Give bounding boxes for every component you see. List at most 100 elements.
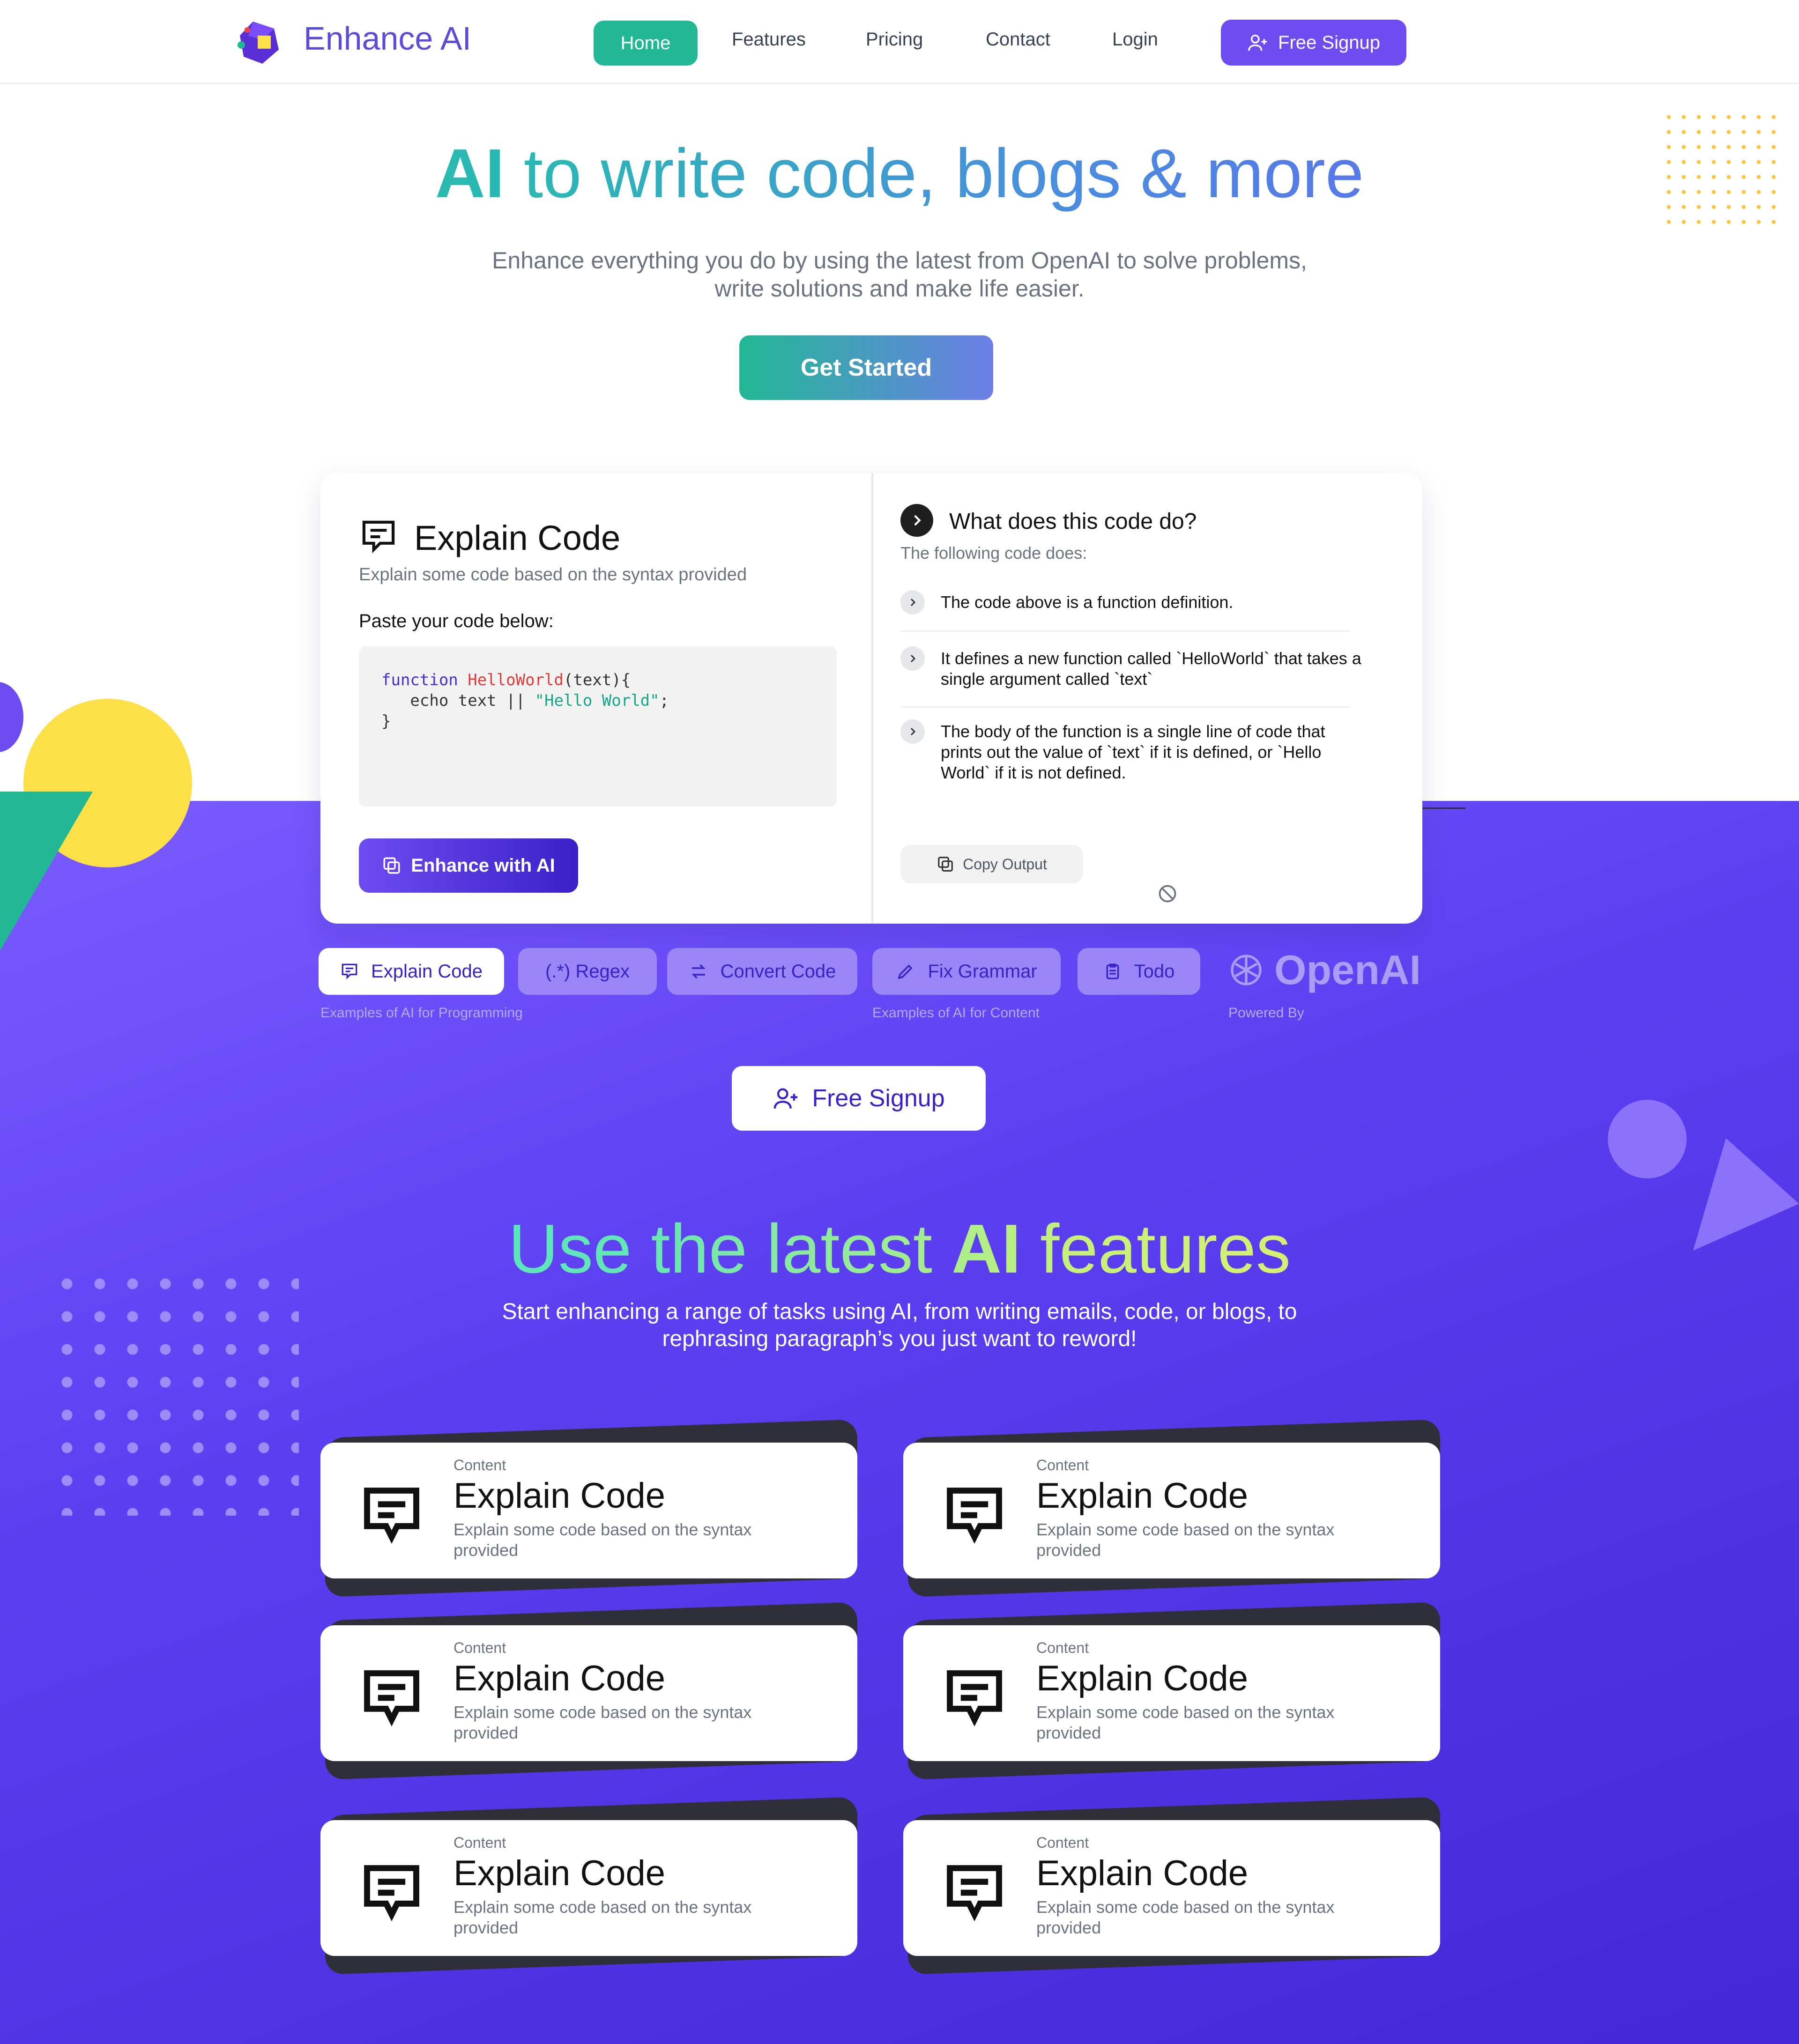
feature-card-description: Explain some code based on the syntax pr… bbox=[453, 1897, 752, 1937]
nav-link-pricing[interactable]: Pricing bbox=[866, 29, 923, 50]
feature-card-title: Explain Code bbox=[453, 1659, 666, 1698]
message-icon bbox=[947, 1488, 1002, 1544]
nav-link-home[interactable]: Home bbox=[594, 21, 698, 66]
answer-intro: The following code does: bbox=[900, 543, 1087, 563]
feature-card-body: Content Explain Code Explain some code bas… bbox=[320, 1625, 857, 1761]
get-started-button[interactable]: Get Started bbox=[739, 335, 993, 400]
openai-icon bbox=[1231, 955, 1262, 985]
tab-regex[interactable]: (.*) Regex bbox=[518, 948, 657, 995]
feature-card-description: Explain some code based on the syntax pr… bbox=[453, 1703, 752, 1742]
caption-programming: Examples of AI for Programming bbox=[320, 1005, 523, 1021]
code-close: } bbox=[381, 712, 391, 731]
feature-card-title: Explain Code bbox=[1036, 1476, 1249, 1516]
decor-lilac-circle-right bbox=[1608, 1100, 1687, 1178]
demo-card: Explain Code Explain some code based on … bbox=[320, 473, 1422, 924]
enhance-ai-logo-icon[interactable] bbox=[234, 17, 286, 68]
tab-fix-grammar[interactable]: Fix Grammar bbox=[872, 948, 1061, 995]
features-title-part-a: Use the latest bbox=[508, 1210, 952, 1288]
chevron-right-icon bbox=[900, 646, 925, 671]
answer-question: What does this code do? bbox=[949, 509, 1197, 534]
nav-link-contact[interactable]: Contact bbox=[986, 29, 1050, 50]
answer-separator bbox=[900, 630, 1350, 632]
code-function-name: HelloWorld bbox=[468, 671, 564, 689]
message-icon bbox=[364, 1488, 419, 1544]
tab-label: Convert Code bbox=[720, 961, 836, 982]
demo-subtitle: Explain some code based on the syntax pr… bbox=[359, 565, 747, 585]
free-signup-button[interactable]: Free Signup bbox=[1221, 20, 1406, 66]
demo-divider bbox=[871, 473, 873, 924]
free-signup-label: Free Signup bbox=[1278, 32, 1380, 53]
nav-link-login[interactable]: Login bbox=[1112, 29, 1158, 50]
openai-wordmark: OpenAI bbox=[1274, 947, 1421, 993]
feature-card-body: Content Explain Code Explain some code bas… bbox=[903, 1625, 1440, 1761]
answer-text: It defines a new function called `HelloW… bbox=[941, 649, 1361, 689]
decor-line bbox=[1422, 807, 1465, 809]
feature-card-description: Explain some code based on the syntax pr… bbox=[1036, 1897, 1335, 1937]
features-subtitle: Start enhancing a range of tasks using A… bbox=[502, 1299, 1297, 1351]
user-plus-icon bbox=[1248, 34, 1267, 51]
copy-sparkle-icon bbox=[383, 857, 400, 874]
feature-card-category: Content bbox=[453, 1457, 506, 1474]
code-signature: (text){ bbox=[563, 671, 631, 689]
tab-label: Todo bbox=[1134, 961, 1175, 982]
features-title-ai: AI bbox=[952, 1210, 1021, 1288]
message-icon bbox=[364, 1865, 419, 1922]
answer-text: The code above is a function definition. bbox=[941, 592, 1234, 612]
features-title: Use the latest AI features bbox=[0, 1211, 1799, 1288]
tab-todo[interactable]: Todo bbox=[1078, 948, 1200, 995]
decor-dot-grid-left bbox=[51, 1267, 299, 1516]
feature-card-title: Explain Code bbox=[1036, 1659, 1249, 1698]
feature-card-category: Content bbox=[1036, 1639, 1089, 1656]
feature-card-body: Content Explain Code Explain some code bas… bbox=[903, 1820, 1440, 1956]
message-icon bbox=[947, 1865, 1002, 1922]
pencil-icon bbox=[898, 964, 913, 979]
free-signup-cta-button[interactable]: Free Signup bbox=[732, 1066, 986, 1131]
message-icon bbox=[364, 1670, 419, 1727]
feature-card[interactable]: Content Explain Code Explain some code bas… bbox=[903, 1797, 1440, 1975]
hero-title: AI to write code, blogs & more bbox=[0, 136, 1799, 212]
feature-card-category: Content bbox=[453, 1639, 506, 1656]
feature-card[interactable]: Content Explain Code Explain some code bas… bbox=[320, 1419, 857, 1597]
top-nav: Enhance AI Home Features Pricing Contact… bbox=[0, 0, 1799, 84]
powered-by-label: Powered By bbox=[1228, 1005, 1304, 1021]
tab-explain-code[interactable]: Explain Code bbox=[319, 948, 504, 995]
chevron-right-icon bbox=[900, 590, 925, 615]
copy-output-label: Copy Output bbox=[963, 855, 1047, 873]
hero-subtitle: Enhance everything you do by using the l… bbox=[492, 247, 1307, 302]
answer-separator bbox=[900, 706, 1350, 708]
cancel-icon[interactable] bbox=[1157, 883, 1178, 904]
message-icon bbox=[342, 963, 357, 980]
feature-card-body: Content Explain Code Explain some code bas… bbox=[903, 1443, 1440, 1578]
feature-card[interactable]: Content Explain Code Explain some code bas… bbox=[320, 1602, 857, 1780]
enhance-with-ai-button[interactable]: Enhance with AI bbox=[359, 838, 578, 893]
decor-green-triangle-left bbox=[0, 792, 93, 951]
hero-title-ai: AI bbox=[435, 135, 505, 212]
code-line-2: echo text || bbox=[381, 691, 535, 710]
brand-name[interactable]: Enhance AI bbox=[304, 20, 471, 57]
enhance-label: Enhance with AI bbox=[411, 855, 555, 876]
tab-label: Explain Code bbox=[371, 961, 483, 982]
nav-link-features[interactable]: Features bbox=[732, 29, 806, 50]
chevron-right-dark-icon bbox=[900, 504, 933, 537]
copy-output-button[interactable]: Copy Output bbox=[900, 845, 1083, 883]
feature-card-description: Explain some code based on the syntax pr… bbox=[453, 1520, 752, 1560]
feature-card-description: Explain some code based on the syntax pr… bbox=[1036, 1520, 1335, 1560]
code-input[interactable]: function HelloWorld(text){ echo text || … bbox=[359, 646, 837, 807]
message-icon bbox=[362, 520, 395, 554]
feature-card[interactable]: Content Explain Code Explain some code bas… bbox=[903, 1602, 1440, 1780]
tab-label: Fix Grammar bbox=[928, 961, 1037, 982]
decor-purple-half-circle bbox=[0, 682, 23, 752]
hero-title-rest: to write code, blogs & more bbox=[504, 135, 1364, 212]
answer-text: The body of the function is a single lin… bbox=[941, 722, 1325, 782]
feature-card-title: Explain Code bbox=[453, 1853, 666, 1893]
feature-card-category: Content bbox=[1036, 1834, 1089, 1851]
tab-convert-code[interactable]: Convert Code bbox=[667, 948, 857, 995]
feature-card-category: Content bbox=[1036, 1457, 1089, 1474]
feature-card[interactable]: Content Explain Code Explain some code bas… bbox=[320, 1797, 857, 1975]
feature-card-description: Explain some code based on the syntax pr… bbox=[1036, 1703, 1335, 1742]
feature-card[interactable]: Content Explain Code Explain some code bas… bbox=[903, 1419, 1440, 1597]
user-plus-icon bbox=[774, 1088, 798, 1109]
feature-card-body: Content Explain Code Explain some code bas… bbox=[320, 1443, 857, 1578]
convert-arrows-icon bbox=[691, 964, 706, 979]
openai-logo: OpenAI bbox=[1227, 946, 1421, 994]
